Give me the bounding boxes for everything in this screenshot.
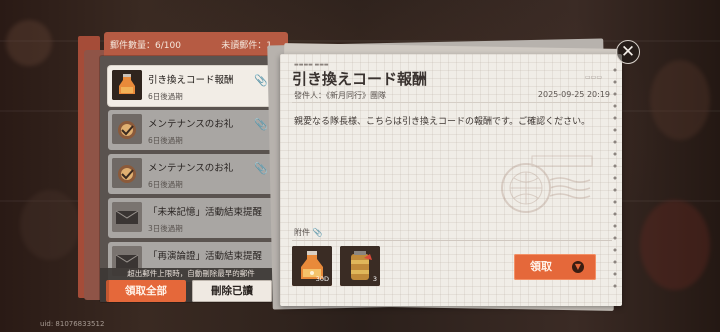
paperclip-icon: 📎 [254, 162, 268, 175]
mail-item-maintenance-2[interactable]: メンテナンスのお礼 6日後過期 📎 [108, 154, 274, 194]
postmark-stamp-icon [501, 155, 593, 213]
paperclip-icon: 📎 [312, 228, 323, 237]
download-icon: ▼ [572, 261, 584, 273]
paperclip-icon: 📎 [254, 118, 268, 131]
letter-date: 2025-09-25 20:19 [537, 90, 610, 99]
claim-label: 領取 [530, 260, 552, 273]
claim-all-button[interactable]: 領取全部 [106, 280, 186, 302]
mail-detail-panel: ▬▬▬▬ ▬▬▬ 引き換えコード報酬 ▭▭▭ 發件人：《新月同行》團隊 2025… [280, 54, 622, 306]
close-button[interactable]: ✕ [616, 40, 640, 64]
letter-sender: 發件人：《新月同行》團隊 [294, 91, 386, 100]
mail-expiry: 6日後過期 [148, 92, 183, 101]
mail-title: メンテナンスのお礼 [148, 163, 234, 174]
letter-title: 引き換えコード報酬 [292, 70, 428, 88]
maintenance-badge-icon [112, 114, 142, 144]
mail-title: 「未来記憶」活動結束提醒 [148, 207, 263, 218]
attachment-item[interactable]: 30D [292, 246, 332, 286]
mail-title: 「再演論證」活動結束提醒 [148, 251, 263, 262]
mail-count: 郵件數量：6/100 [110, 41, 181, 51]
divider [292, 102, 612, 103]
attachment-quantity: 30D [315, 275, 329, 283]
paperclip-icon: 📎 [254, 74, 268, 87]
mail-title: 引き換えコード報酬 [148, 75, 234, 86]
mail-list[interactable]: 引き換えコード報酬 6日後過期 📎 メンテナンスのお礼 6日後過期 📎 メンテナ… [100, 56, 280, 302]
attachment-quantity: 3 [372, 275, 377, 283]
user-id: uid: 81076833512 [40, 320, 105, 328]
delete-read-button[interactable]: 刪除已讀 [192, 280, 272, 302]
letter-body: 親愛なる隊長様、こちらは引き換えコードの報酬です。ご確認ください。 [294, 117, 591, 127]
attachments-label: 附件 📎 [294, 228, 323, 237]
delete-read-label: 刪除已讀 [211, 285, 253, 297]
claim-all-label: 領取全部 [125, 285, 167, 297]
perforated-edge [612, 64, 618, 296]
mail-expiry: 6日後過期 [148, 180, 183, 189]
mail-limit-note: 超出郵件上限時，自動刪除最早的郵件 [127, 269, 255, 278]
letter-corner-decoration: ▭▭▭ [584, 74, 602, 81]
orange-potion-icon [112, 70, 142, 100]
mail-expiry: 3日後過期 [148, 224, 183, 233]
mail-item-maintenance-1[interactable]: メンテナンスのお礼 6日後過期 📎 [108, 110, 274, 150]
mail-count-header: 郵件數量：6/100 未讀郵件：1 [104, 32, 288, 56]
divider [292, 240, 612, 241]
mail-item-event-end-1[interactable]: 「未来記憶」活動結束提醒 3日後過期 [108, 198, 274, 238]
claim-button[interactable]: 領取 ▼ [514, 254, 596, 280]
attachment-item[interactable]: 3 [340, 246, 380, 286]
mail-item-redeem-code[interactable]: 引き換えコード報酬 6日後過期 📎 [108, 66, 274, 106]
close-icon: ✕ [620, 42, 636, 62]
unread-count: 未讀郵件：1 [221, 41, 272, 51]
envelope-icon [112, 202, 142, 232]
maintenance-badge-icon [112, 158, 142, 188]
mail-title: メンテナンスのお礼 [148, 119, 234, 130]
mail-expiry: 6日後過期 [148, 136, 183, 145]
